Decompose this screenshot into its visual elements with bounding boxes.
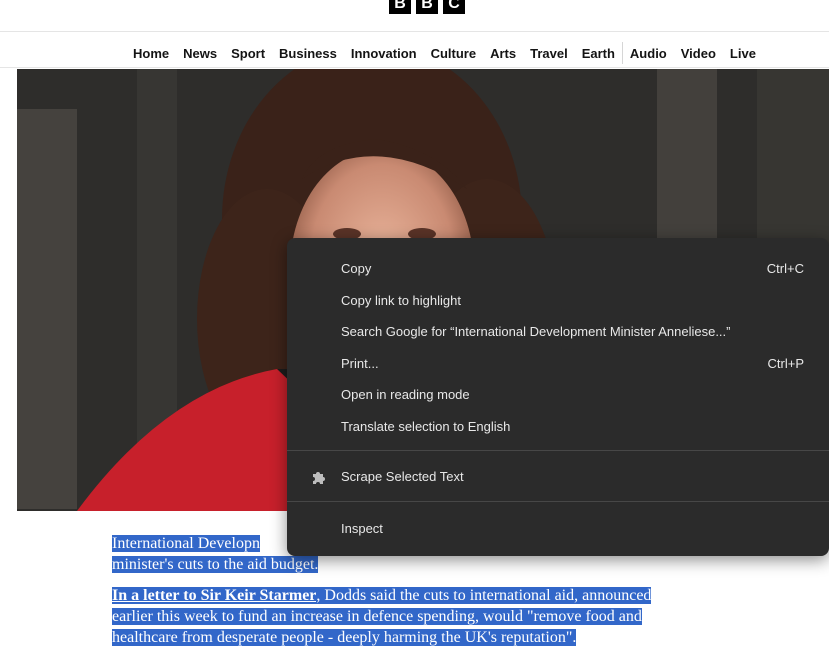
menu-item-label: Inspect	[341, 521, 383, 536]
bbc-logo[interactable]: B B C	[389, 0, 465, 14]
nav-earth[interactable]: Earth	[582, 46, 615, 61]
menu-item-scrape[interactable]: Scrape Selected Text	[287, 461, 829, 491]
menu-item-copy[interactable]: Copy Ctrl+C	[287, 253, 829, 283]
menu-item-copy-link[interactable]: Copy link to highlight	[287, 285, 829, 315]
selected-text[interactable]: International Developn	[112, 535, 260, 552]
extension-puzzle-icon	[311, 469, 327, 485]
shortcut-label: Ctrl+C	[766, 261, 804, 276]
menu-item-label: Scrape Selected Text	[341, 469, 464, 484]
logo-letter-1: B	[389, 0, 411, 14]
nav-innovation[interactable]: Innovation	[351, 46, 417, 61]
nav-business[interactable]: Business	[279, 46, 337, 61]
menu-separator	[287, 450, 829, 451]
nav-audio[interactable]: Audio	[630, 46, 667, 61]
nav-divider	[621, 42, 623, 64]
menu-item-print[interactable]: Print... Ctrl+P	[287, 348, 829, 378]
nav-arts[interactable]: Arts	[490, 46, 516, 61]
nav-video[interactable]: Video	[681, 46, 716, 61]
nav-culture[interactable]: Culture	[431, 46, 477, 61]
selected-text[interactable]: minister's cuts to the aid budget.	[112, 556, 319, 573]
nav-travel[interactable]: Travel	[530, 46, 568, 61]
menu-item-reading-mode[interactable]: Open in reading mode	[287, 379, 829, 409]
nav-live[interactable]: Live	[730, 46, 756, 61]
menu-item-search-google[interactable]: Search Google for “International Develop…	[287, 316, 829, 346]
menu-item-inspect[interactable]: Inspect	[287, 513, 829, 543]
starmer-letter-link[interactable]: In a letter to Sir Keir Starmer	[112, 587, 317, 604]
logo-letter-3: C	[443, 0, 465, 14]
nav-news[interactable]: News	[183, 46, 217, 61]
menu-item-label: Open in reading mode	[341, 387, 470, 402]
selected-text[interactable]: healthcare from desperate people - deepl…	[112, 629, 577, 646]
main-nav: Home News Sport Business Innovation Cult…	[0, 31, 829, 68]
logo-letter-2: B	[416, 0, 438, 14]
selected-text[interactable]: , Dodds said the cuts to international a…	[316, 587, 652, 604]
menu-item-label: Translate selection to English	[341, 419, 511, 434]
menu-item-translate[interactable]: Translate selection to English	[287, 411, 829, 441]
masthead: B B C	[0, 0, 829, 30]
menu-item-label: Copy link to highlight	[341, 293, 461, 308]
shortcut-label: Ctrl+P	[767, 356, 804, 371]
context-menu: Copy Ctrl+C Copy link to highlight Searc…	[287, 238, 829, 556]
menu-separator	[287, 501, 829, 502]
nav-home[interactable]: Home	[133, 46, 169, 61]
menu-item-label: Copy	[341, 261, 372, 276]
selected-text[interactable]: earlier this week to fund an increase in…	[112, 608, 642, 625]
article-paragraph-2: In a letter to Sir Keir Starmer, Dodds s…	[112, 585, 752, 648]
menu-item-label: Print...	[341, 356, 379, 371]
menu-item-label: Search Google for “International Develop…	[341, 324, 731, 339]
nav-sport[interactable]: Sport	[231, 46, 265, 61]
